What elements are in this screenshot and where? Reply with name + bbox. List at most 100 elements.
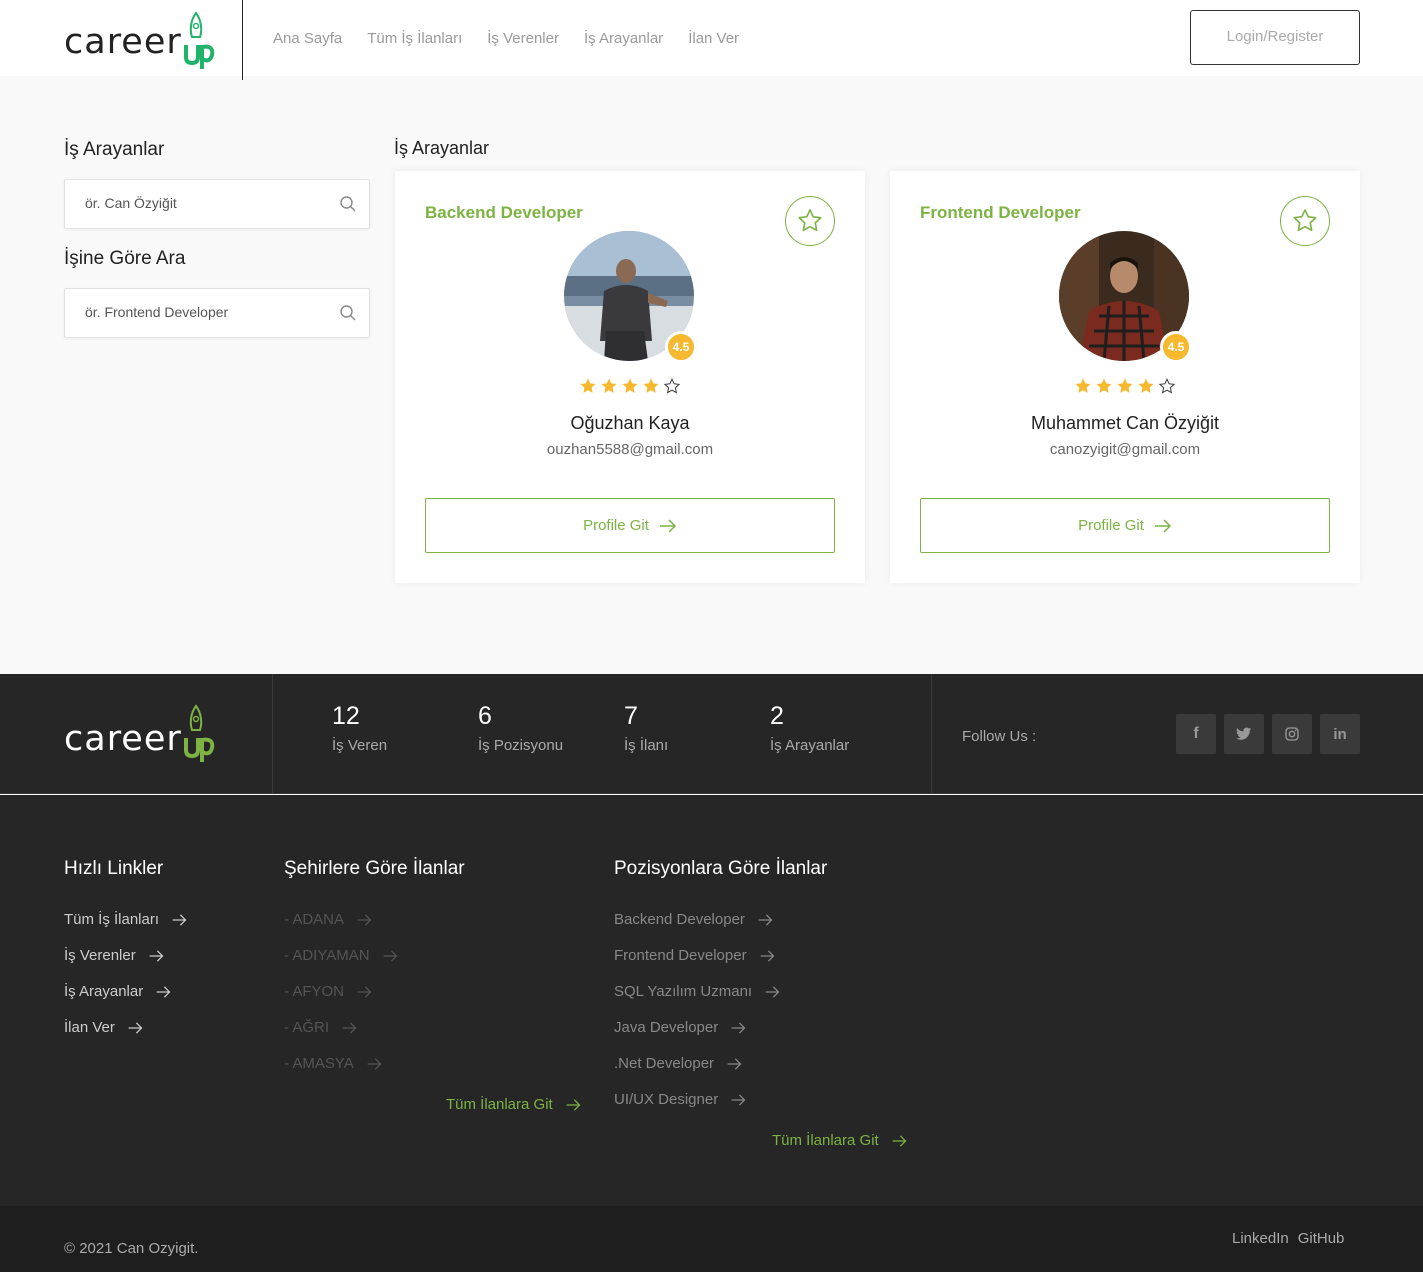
position-link[interactable]: Java Developer [614, 1019, 747, 1036]
site-header: career Ana Sayfa Tüm İş İlanları İş Vere… [0, 0, 1423, 80]
city-link[interactable]: - AFYON [284, 983, 373, 1000]
candidate-card: Frontend Developer 4.5 Muhammet Can Özyi… [890, 171, 1360, 583]
link-label: Java Developer [614, 1019, 719, 1036]
arrow-right-icon [149, 949, 164, 962]
stat-label: İş Arayanlar [770, 737, 850, 754]
candidate-role: Backend Developer [425, 203, 583, 222]
arrow-right-icon [760, 949, 774, 962]
linkedin-icon[interactable]: in [1320, 714, 1360, 754]
quick-link[interactable]: İş Arayanlar [64, 983, 172, 1000]
stat-listings: 7 İş İlanı [624, 702, 668, 754]
position-link[interactable]: .Net Developer [614, 1055, 743, 1072]
footer-logo[interactable]: career [64, 704, 216, 768]
stat-label: İş İlanı [624, 737, 669, 754]
main-nav: Ana Sayfa Tüm İş İlanları İş Verenler İş… [273, 30, 764, 47]
positions-title: Pozisyonlara Göre İlanlar [614, 858, 828, 879]
arrow-right-icon [1154, 518, 1171, 533]
link-label: İş Verenler [64, 947, 136, 964]
nav-is-arayanlar[interactable]: İş Arayanlar [584, 30, 663, 47]
stat-label: İş Veren [332, 737, 388, 754]
footer-links-section: Hızlı Linkler Tüm İş İlanları İş Verenle… [0, 795, 1423, 1206]
candidate-role: Frontend Developer [920, 203, 1081, 222]
candidate-name: Muhammet Can Özyiğit [1030, 413, 1220, 433]
position-link[interactable]: SQL Yazılım Uzmanı [614, 983, 781, 1000]
link-label: - ADANA [284, 911, 345, 928]
star-filled-icon [1117, 378, 1133, 393]
logo-rocket-up [182, 9, 216, 76]
rocket-icon [183, 10, 215, 69]
logo-text: career [64, 22, 182, 62]
link-label: Backend Developer [614, 911, 745, 928]
profile-button[interactable]: Profile Git [920, 498, 1330, 553]
search-placeholder: ör. Frontend Developer [85, 304, 229, 320]
city-link[interactable]: - ADIYAMAN [284, 947, 399, 964]
quick-link[interactable]: İş Verenler [64, 947, 165, 964]
arrow-right-icon [731, 1093, 746, 1106]
arrow-right-icon [156, 985, 171, 998]
quick-link[interactable]: Tüm İş İlanları [64, 911, 188, 928]
nav-is-verenler[interactable]: İş Verenler [487, 30, 559, 47]
position-link[interactable]: Backend Developer [614, 911, 774, 928]
stat-number: 12 [332, 702, 360, 730]
city-link[interactable]: - AMASYA [284, 1055, 383, 1072]
all-listings-link[interactable]: Tüm İlanlara Git [446, 1096, 582, 1113]
nav-tum-is-ilanlari[interactable]: Tüm İş İlanları [367, 30, 462, 47]
star-badge-icon [798, 209, 822, 232]
github-link[interactable]: GitHub [1298, 1230, 1345, 1247]
arrow-right-icon [367, 1057, 382, 1070]
arrow-right-icon [342, 1021, 357, 1034]
nav-ana-sayfa[interactable]: Ana Sayfa [273, 30, 342, 47]
city-link[interactable]: - AĞRI [284, 1019, 358, 1036]
star-rating [395, 377, 865, 395]
link-label: Tüm İş İlanları [64, 911, 160, 928]
city-link[interactable]: - ADANA [284, 911, 373, 928]
position-link[interactable]: Frontend Developer [614, 947, 776, 964]
star-badge-icon [1293, 209, 1317, 232]
section-title: İş Arayanlar [394, 138, 490, 158]
follow-us-label: Follow Us : [962, 728, 1037, 745]
candidate-email: ouzhan5588@gmail.com [546, 441, 714, 458]
footer-divider [272, 674, 273, 794]
arrow-right-icon [731, 1021, 746, 1034]
linkedin-link[interactable]: LinkedIn [1232, 1230, 1289, 1247]
link-label: İş Arayanlar [64, 983, 144, 1000]
nav-ilan-ver[interactable]: İlan Ver [688, 30, 739, 47]
position-link[interactable]: UI/UX Designer [614, 1091, 747, 1108]
arrow-right-icon [892, 1134, 907, 1147]
candidate-email: canozyigit@gmail.com [1049, 441, 1201, 458]
stat-number: 2 [770, 702, 784, 730]
arrow-right-icon [357, 913, 372, 926]
stat-employers: 12 İş Veren [332, 702, 387, 754]
all-listings-link[interactable]: Tüm İlanlara Git [772, 1132, 908, 1149]
job-search-input[interactable]: ör. Frontend Developer [64, 288, 370, 338]
link-label: - AFYON [284, 983, 345, 1000]
star-filled-icon [601, 378, 617, 393]
name-search-input[interactable]: ör. Can Özyiğit [64, 179, 370, 229]
login-register-button[interactable]: Login/Register [1190, 10, 1360, 65]
profile-button-label: Profile Git [583, 517, 649, 534]
link-label: .Net Developer [614, 1055, 715, 1072]
favorite-button[interactable] [785, 196, 835, 246]
facebook-icon[interactable]: f [1176, 714, 1216, 754]
stat-number: 6 [478, 702, 492, 730]
quick-link[interactable]: İlan Ver [64, 1019, 144, 1036]
favorite-button[interactable] [1280, 196, 1330, 246]
candidate-name: Oğuzhan Kaya [570, 413, 690, 433]
quick-links-title: Hızlı Linkler [64, 858, 164, 879]
bottom-links: LinkedIn GitHub [1232, 1230, 1344, 1247]
copyright: © 2021 Can Ozyigit. [64, 1240, 199, 1257]
arrow-right-icon [383, 949, 397, 962]
header-divider [242, 0, 243, 80]
twitter-icon[interactable] [1224, 714, 1264, 754]
star-filled-icon [622, 378, 638, 393]
search-icon[interactable] [339, 304, 357, 322]
site-logo[interactable]: career [64, 10, 216, 70]
arrow-right-icon [727, 1057, 742, 1070]
star-empty-icon [1158, 378, 1176, 394]
search-icon[interactable] [339, 195, 357, 213]
star-filled-icon [1138, 378, 1154, 393]
arrow-right-icon [765, 985, 780, 998]
instagram-icon[interactable] [1272, 714, 1312, 754]
profile-button[interactable]: Profile Git [425, 498, 835, 553]
star-empty-icon [663, 378, 681, 394]
